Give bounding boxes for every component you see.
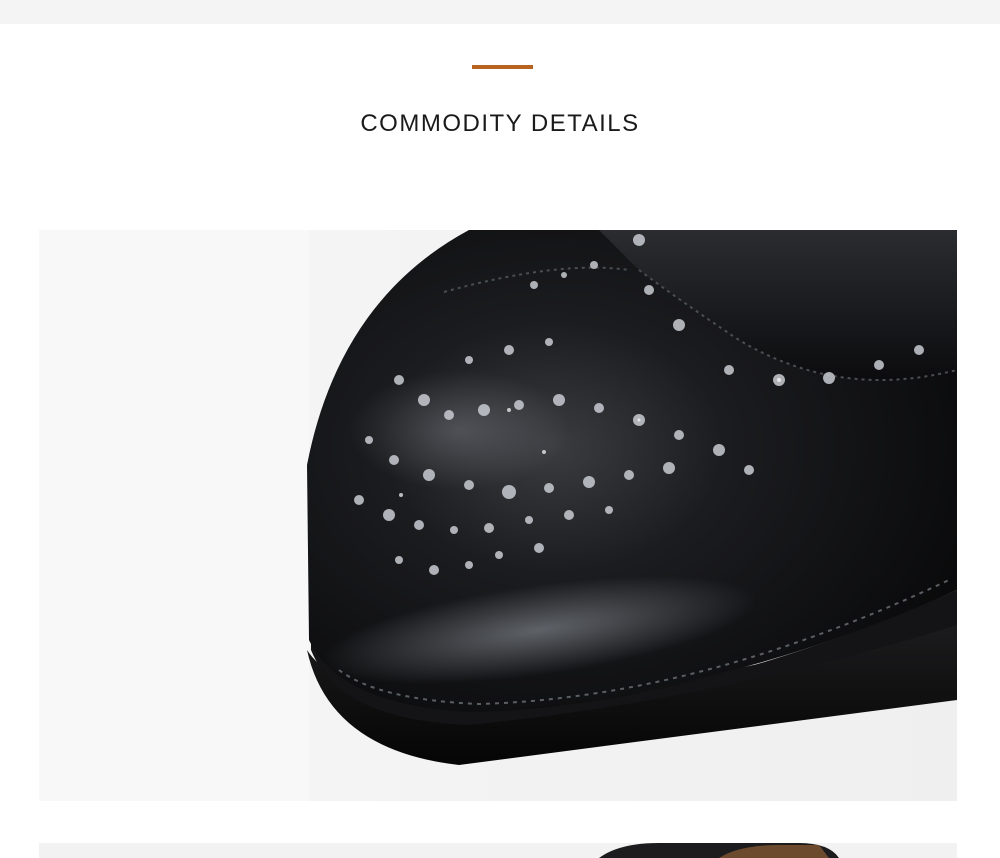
next-detail-photo (39, 843, 957, 858)
commodity-details-page: COMMODITY DETAILS (0, 0, 1000, 858)
previous-section-edge (0, 0, 1000, 24)
brogue-toe-closeup-photo (39, 230, 957, 801)
section-title: COMMODITY DETAILS (360, 110, 640, 137)
title-accent-bar (472, 65, 533, 69)
